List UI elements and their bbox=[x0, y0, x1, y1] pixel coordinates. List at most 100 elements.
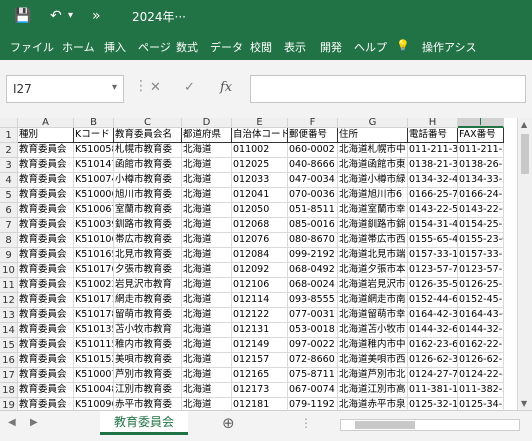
table-cell[interactable]: 北海道赤平市泉 bbox=[338, 398, 408, 410]
table-cell[interactable]: K5101470 bbox=[74, 158, 114, 173]
header-cell[interactable]: 郵便番号 bbox=[288, 128, 338, 143]
table-cell[interactable]: K5100589 bbox=[74, 143, 114, 158]
table-cell[interactable]: 085-0016 bbox=[288, 218, 338, 233]
table-cell[interactable]: K5101783 bbox=[74, 308, 114, 323]
table-cell[interactable]: 小樽市教育委 bbox=[114, 173, 182, 188]
table-cell[interactable]: 0166-25-7 bbox=[408, 188, 458, 203]
table-cell[interactable]: 0152-45-1 bbox=[458, 293, 504, 308]
table-cell[interactable]: 稚内市教育委 bbox=[114, 338, 182, 353]
table-cell[interactable]: 北海道 bbox=[182, 383, 232, 398]
table-cell[interactable]: K5100482 bbox=[74, 383, 114, 398]
table-cell[interactable]: 北海道 bbox=[182, 323, 232, 338]
table-cell[interactable]: K5100749 bbox=[74, 173, 114, 188]
table-cell[interactable]: K5101528 bbox=[74, 353, 114, 368]
enter-icon[interactable]: ✓ bbox=[184, 80, 195, 95]
table-cell[interactable]: 北海道稚内市中 bbox=[338, 338, 408, 353]
table-cell[interactable]: 北海道 bbox=[182, 368, 232, 383]
table-cell[interactable]: 教育委員会 bbox=[18, 203, 74, 218]
table-cell[interactable]: 077-0031 bbox=[288, 308, 338, 323]
table-cell[interactable]: 室蘭市教育委 bbox=[114, 203, 182, 218]
table-cell[interactable]: 079-1192 bbox=[288, 398, 338, 410]
table-cell[interactable]: 068-0024 bbox=[288, 278, 338, 293]
table-cell[interactable]: 教育委員会 bbox=[18, 398, 74, 410]
table-cell[interactable]: 教育委員会 bbox=[18, 353, 74, 368]
table-cell[interactable]: 北海道北見市端 bbox=[338, 248, 408, 263]
table-cell[interactable]: 012122 bbox=[232, 308, 288, 323]
table-cell[interactable]: 0164-43-6 bbox=[458, 308, 504, 323]
table-cell[interactable]: 012092 bbox=[232, 263, 288, 278]
table-cell[interactable]: 教育委員会 bbox=[18, 338, 74, 353]
table-cell[interactable]: 075-8711 bbox=[288, 368, 338, 383]
table-cell[interactable]: 教育委員会 bbox=[18, 188, 74, 203]
table-cell[interactable]: 教育委員会 bbox=[18, 158, 74, 173]
row-header[interactable]: 12 bbox=[0, 293, 18, 308]
table-cell[interactable]: 教育委員会 bbox=[18, 263, 74, 278]
table-cell[interactable]: 012181 bbox=[232, 398, 288, 410]
formula-input[interactable] bbox=[250, 75, 526, 103]
row-header[interactable]: 4 bbox=[0, 173, 18, 188]
table-cell[interactable]: 北海道美唄市西 bbox=[338, 353, 408, 368]
table-cell[interactable]: 012033 bbox=[232, 173, 288, 188]
table-cell[interactable]: 0125-34-3 bbox=[458, 398, 504, 410]
table-cell[interactable]: 北海道 bbox=[182, 188, 232, 203]
table-cell[interactable]: 040-8666 bbox=[288, 158, 338, 173]
table-cell[interactable]: 0124-22-8 bbox=[458, 368, 504, 383]
sheet-prev-icon[interactable]: ◀ bbox=[8, 417, 16, 428]
table-cell[interactable]: 北海道 bbox=[182, 203, 232, 218]
table-cell[interactable]: 北海道 bbox=[182, 398, 232, 410]
table-cell[interactable]: K5100969 bbox=[74, 398, 114, 410]
column-header-i[interactable]: I bbox=[458, 118, 504, 128]
scroll-down-icon[interactable]: ▼ bbox=[521, 399, 527, 408]
save-icon[interactable]: 💾 bbox=[14, 6, 31, 26]
tell-me-search[interactable]: 操作アシス bbox=[422, 39, 477, 55]
header-cell[interactable]: 都道府県 bbox=[182, 128, 232, 143]
table-cell[interactable]: 北海道岩見沢市 bbox=[338, 278, 408, 293]
cancel-icon[interactable]: ✕ bbox=[150, 80, 161, 95]
table-cell[interactable]: 0126-25-2 bbox=[458, 278, 504, 293]
table-cell[interactable]: 北海道 bbox=[182, 233, 232, 248]
table-cell[interactable]: 012068 bbox=[232, 218, 288, 233]
column-header-a[interactable]: A bbox=[18, 118, 74, 128]
column-header-b[interactable]: B bbox=[74, 118, 114, 128]
tab-review[interactable]: 校閲 bbox=[250, 39, 272, 55]
row-header[interactable]: 16 bbox=[0, 353, 18, 368]
table-cell[interactable]: 0138-21-3 bbox=[408, 158, 458, 173]
tab-view[interactable]: 表示 bbox=[284, 39, 306, 55]
table-cell[interactable]: 0157-33-1 bbox=[408, 248, 458, 263]
header-cell[interactable]: 住所 bbox=[338, 128, 408, 143]
tab-file[interactable]: ファイル bbox=[10, 39, 54, 55]
column-header-f[interactable]: F bbox=[288, 118, 338, 128]
row-header[interactable]: 9 bbox=[0, 248, 18, 263]
table-cell[interactable]: 011-381-1 bbox=[408, 383, 458, 398]
table-cell[interactable]: 067-0074 bbox=[288, 383, 338, 398]
table-cell[interactable]: 北海道 bbox=[182, 143, 232, 158]
table-cell[interactable]: 012173 bbox=[232, 383, 288, 398]
table-cell[interactable]: 芦別市教育委 bbox=[114, 368, 182, 383]
table-cell[interactable]: 北海道函館市東 bbox=[338, 158, 408, 173]
table-cell[interactable]: 北海道網走市南 bbox=[338, 293, 408, 308]
table-cell[interactable]: 0152-44-6 bbox=[408, 293, 458, 308]
row-header[interactable]: 14 bbox=[0, 323, 18, 338]
table-cell[interactable]: 070-0036 bbox=[288, 188, 338, 203]
table-cell[interactable]: 北海道夕張市本 bbox=[338, 263, 408, 278]
table-cell[interactable]: 051-8511 bbox=[288, 203, 338, 218]
row-header[interactable]: 19 bbox=[0, 398, 18, 410]
table-cell[interactable]: 旭川市教育委 bbox=[114, 188, 182, 203]
table-cell[interactable]: 012041 bbox=[232, 188, 288, 203]
table-cell[interactable]: 北海道小樽市緑 bbox=[338, 173, 408, 188]
table-cell[interactable]: 093-8555 bbox=[288, 293, 338, 308]
table-cell[interactable]: 011-211-3 bbox=[408, 143, 458, 158]
row-header[interactable]: 1 bbox=[0, 128, 18, 143]
table-cell[interactable]: 帯広市教育委 bbox=[114, 233, 182, 248]
table-cell[interactable]: K5100079 bbox=[74, 368, 114, 383]
table-cell[interactable]: 0123-57-7 bbox=[408, 263, 458, 278]
table-cell[interactable]: 北海道 bbox=[182, 158, 232, 173]
vertical-scroll-thumb[interactable] bbox=[521, 134, 529, 174]
table-cell[interactable]: 0155-23-0 bbox=[458, 233, 504, 248]
table-cell[interactable]: K5101069 bbox=[74, 233, 114, 248]
horizontal-scrollbar[interactable] bbox=[340, 419, 520, 431]
column-header-h[interactable]: H bbox=[408, 118, 458, 128]
table-cell[interactable]: 0134-33-5 bbox=[458, 173, 504, 188]
table-cell[interactable]: 0144-32-7 bbox=[458, 323, 504, 338]
more-commands-icon[interactable]: » bbox=[92, 6, 101, 26]
